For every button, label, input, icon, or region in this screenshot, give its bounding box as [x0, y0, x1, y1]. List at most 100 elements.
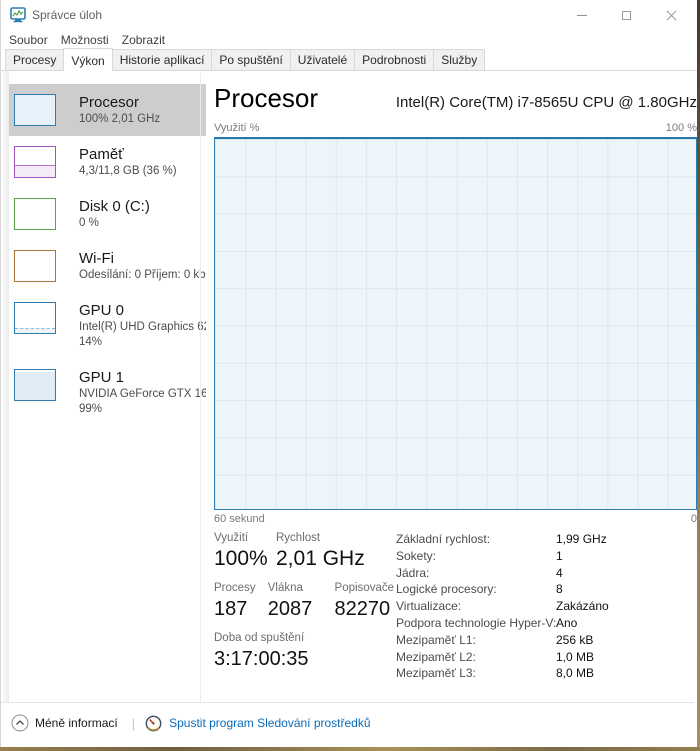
- close-icon: [666, 10, 677, 21]
- task-manager-icon: [10, 7, 26, 23]
- detail-value: 1: [556, 549, 609, 563]
- sidebar-divider: [200, 71, 201, 703]
- sidebar-item-sub: Intel(R) UHD Graphics 620: [79, 320, 206, 335]
- menubar: Soubor Možnosti Zobrazit: [1, 30, 697, 49]
- less-info-label: Méně informací: [35, 716, 118, 730]
- stat-label-popisovace: Popisovače: [335, 581, 394, 596]
- footer-bar: Méně informací | Spustit program Sledová…: [1, 702, 694, 743]
- window-controls: [559, 0, 694, 30]
- tab-sluzby[interactable]: Služby: [433, 49, 485, 70]
- menu-zobrazit[interactable]: Zobrazit: [122, 33, 165, 47]
- sidebar-item-title: Procesor: [79, 93, 160, 112]
- tab-historie-aplikaci[interactable]: Historie aplikací: [112, 49, 213, 70]
- stat-label-vlakna: Vlákna: [268, 581, 335, 596]
- maximize-button[interactable]: [604, 0, 649, 30]
- detail-label: Základní rychlost:: [396, 532, 556, 546]
- stat-label-procesy: Procesy: [214, 581, 268, 596]
- sidebar-item-sub: NVIDIA GeForce GTX 1650: [79, 387, 206, 402]
- page-title: Procesor: [214, 83, 318, 114]
- tab-po-spusteni[interactable]: Po spuštění: [211, 49, 290, 70]
- window-title: Správce úloh: [32, 8, 102, 22]
- detail-value: 1,99 GHz: [556, 532, 609, 546]
- detail-label: Podpora technologie Hyper-V:: [396, 616, 556, 630]
- gpu0-graph-thumbnail-icon: [14, 302, 56, 334]
- performance-pane: Procesor 100% 2,01 GHz Paměť 4,3/11,8 GB…: [1, 71, 697, 703]
- stat-label-rychlost: Rychlost: [276, 531, 365, 546]
- disk-graph-thumbnail-icon: [14, 198, 56, 230]
- cpu-stats: Využití 100% Rychlost 2,01 GHz Procesy 1…: [214, 531, 394, 681]
- detail-label: Mezipaměť L3:: [396, 666, 556, 680]
- desktop-edge-bottom: [0, 747, 700, 751]
- sidebar-item-title: Wi-Fi: [79, 249, 206, 268]
- detail-value: Zakázáno: [556, 599, 609, 613]
- chart-xmin-label: 60 sekund: [214, 513, 265, 525]
- gpu1-graph-thumbnail-icon: [14, 369, 56, 401]
- sidebar-item-sub: 100% 2,01 GHz: [79, 112, 160, 127]
- sidebar-item-sub: Odesílání: 0 Příjem: 0 kbit/s: [79, 268, 206, 283]
- sidebar-item-gpu1[interactable]: GPU 1 NVIDIA GeForce GTX 1650 99%: [9, 359, 206, 426]
- stat-value-popisovace: 82270: [335, 596, 394, 622]
- sidebar-scrollbar[interactable]: [2, 71, 9, 703]
- chevron-up-circle-icon: [11, 714, 29, 732]
- cpu-model-name: Intel(R) Core(TM) i7-8565U CPU @ 1.80GHz: [396, 94, 697, 111]
- task-manager-window: Správce úloh Soubor Možnosti Zobrazit Pr…: [0, 0, 697, 747]
- detail-value: 8,0 MB: [556, 666, 609, 680]
- chart-ymax-label: 100 %: [666, 122, 697, 134]
- detail-label: Sokety:: [396, 549, 556, 563]
- detail-value: Ano: [556, 616, 609, 630]
- wifi-graph-thumbnail-icon: [14, 250, 56, 282]
- detail-label: Mezipaměť L2:: [396, 650, 556, 664]
- minimize-icon: [577, 15, 587, 16]
- tab-procesy[interactable]: Procesy: [5, 49, 64, 70]
- sidebar-item-cpu[interactable]: Procesor 100% 2,01 GHz: [9, 84, 206, 136]
- stat-value-uptime: 3:17:00:35: [214, 646, 309, 672]
- open-resource-monitor-link[interactable]: Spustit program Sledování prostředků: [145, 715, 370, 732]
- detail-value: 1,0 MB: [556, 650, 609, 664]
- cpu-detail-panel: Procesor Intel(R) Core(TM) i7-8565U CPU …: [214, 71, 697, 703]
- sidebar-item-gpu0[interactable]: GPU 0 Intel(R) UHD Graphics 620 14%: [9, 292, 206, 359]
- sidebar-item-sub: 0 %: [79, 216, 150, 231]
- stat-label-vyuziti: Využití: [214, 531, 276, 546]
- sidebar-item-title: GPU 0: [79, 301, 206, 320]
- stat-value-vyuziti: 100%: [214, 546, 276, 572]
- tab-vykon[interactable]: Výkon: [63, 48, 112, 71]
- tab-uzivatele[interactable]: Uživatelé: [290, 49, 355, 70]
- sidebar-item-title: Disk 0 (C:): [79, 197, 150, 216]
- sidebar-item-title: Paměť: [79, 145, 177, 164]
- detail-label: Jádra:: [396, 566, 556, 580]
- titlebar[interactable]: Správce úloh: [1, 0, 697, 30]
- tab-strip: Procesy Výkon Historie aplikací Po spušt…: [1, 49, 697, 71]
- footer-separator: |: [132, 716, 135, 731]
- resource-monitor-link-label: Spustit program Sledování prostředků: [169, 716, 370, 730]
- menu-moznosti[interactable]: Možnosti: [61, 33, 109, 47]
- sidebar-item-disk0[interactable]: Disk 0 (C:) 0 %: [9, 188, 206, 240]
- sidebar-item-sub2: 99%: [79, 402, 206, 417]
- less-info-button[interactable]: Méně informací: [11, 714, 118, 732]
- menu-soubor[interactable]: Soubor: [9, 33, 48, 47]
- maximize-icon: [622, 11, 631, 20]
- detail-value: 8: [556, 582, 609, 596]
- stat-value-rychlost: 2,01 GHz: [276, 546, 365, 572]
- stat-label-uptime: Doba od spuštění: [214, 631, 309, 646]
- speedometer-icon: [145, 715, 162, 732]
- cpu-graph-thumbnail-icon: [14, 94, 56, 126]
- sidebar-item-memory[interactable]: Paměť 4,3/11,8 GB (36 %): [9, 136, 206, 188]
- stat-value-procesy: 187: [214, 596, 268, 622]
- chart-ylabel: Využití %: [214, 122, 259, 134]
- sidebar-item-title: GPU 1: [79, 368, 206, 387]
- detail-label: Mezipaměť L1:: [396, 633, 556, 647]
- sidebar-list: Procesor 100% 2,01 GHz Paměť 4,3/11,8 GB…: [9, 84, 206, 426]
- detail-label: Logické procesory:: [396, 582, 556, 596]
- cpu-usage-chart: [214, 137, 697, 510]
- tab-podrobnosti[interactable]: Podrobnosti: [354, 49, 434, 70]
- close-button[interactable]: [649, 0, 694, 30]
- stat-value-vlakna: 2087: [268, 596, 335, 622]
- minimize-button[interactable]: [559, 0, 604, 30]
- detail-value: 256 kB: [556, 633, 609, 647]
- detail-value: 4: [556, 566, 609, 580]
- sidebar-item-wifi[interactable]: Wi-Fi Odesílání: 0 Příjem: 0 kbit/s: [9, 240, 206, 292]
- sidebar-item-sub2: 14%: [79, 335, 206, 350]
- sidebar-item-sub: 4,3/11,8 GB (36 %): [79, 164, 177, 179]
- detail-label: Virtualizace:: [396, 599, 556, 613]
- performance-sidebar: Procesor 100% 2,01 GHz Paměť 4,3/11,8 GB…: [1, 71, 206, 703]
